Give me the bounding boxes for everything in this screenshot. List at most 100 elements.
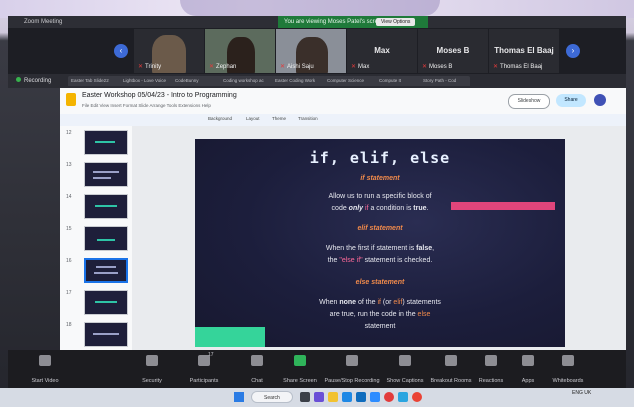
transition-button[interactable]: Transition — [298, 116, 318, 121]
start-video-button[interactable]: Start Video — [22, 350, 68, 388]
whiteboards-button[interactable]: Whiteboards — [548, 350, 588, 388]
gallery-prev-button[interactable]: ‹ — [114, 44, 128, 58]
share-button[interactable]: Share — [556, 94, 586, 107]
gallery-next-button[interactable]: › — [566, 44, 580, 58]
participant-name: ✕ Aishi Saju — [280, 64, 314, 70]
muted-mic-icon: ✕ — [280, 64, 286, 70]
whiteboard-icon — [562, 355, 574, 366]
file-explorer-icon[interactable] — [328, 392, 338, 402]
current-slide[interactable]: if, elif, else if statement Allow us to … — [195, 139, 565, 347]
menu-bar[interactable]: File Edit View Insert Format Slide Arran… — [82, 103, 211, 108]
chat-button[interactable]: Chat — [242, 350, 272, 388]
browser-tab[interactable]: Story Path - Cod — [420, 76, 470, 86]
windows-start-icon[interactable] — [234, 392, 244, 402]
browser-tab[interactable]: Computer Science — [324, 76, 378, 86]
breakout-rooms-button[interactable]: Breakout Rooms — [428, 350, 474, 388]
edge-icon[interactable] — [342, 392, 352, 402]
pause-recording-button[interactable]: Pause/Stop Recording — [324, 350, 380, 388]
else-heading: else statement — [355, 279, 405, 286]
record-icon[interactable] — [412, 392, 422, 402]
slide-thumbnail[interactable] — [84, 130, 128, 155]
store-icon[interactable] — [356, 392, 366, 402]
participants-button[interactable]: Participants — [182, 350, 226, 388]
cc-icon — [399, 355, 411, 366]
thumb-number: 14 — [66, 194, 72, 200]
participant-name: ✕ Thomas El Baaj — [493, 64, 543, 70]
browser-tab[interactable]: Easter Coding Work — [272, 76, 326, 86]
thumb-number: 17 — [66, 290, 72, 296]
slideshow-button[interactable]: Slideshow — [508, 94, 550, 109]
video-off-icon — [39, 355, 51, 366]
slide-thumbnail[interactable] — [84, 290, 128, 315]
slide-thumbnail[interactable] — [84, 162, 128, 187]
thumb-number: 13 — [66, 162, 72, 168]
avatar[interactable] — [594, 94, 606, 106]
room-background-shape — [180, 0, 440, 16]
layout-button[interactable]: Layout — [246, 116, 260, 121]
slides-logo-icon[interactable] — [66, 93, 76, 106]
background-button[interactable]: Background — [208, 116, 232, 121]
smile-icon — [485, 355, 497, 366]
chrome-icon[interactable] — [384, 392, 394, 402]
pause-icon — [346, 355, 358, 366]
security-button[interactable]: Security — [132, 350, 172, 388]
slide-thumbnail[interactable] — [84, 226, 128, 251]
participant-name: ✕ Max — [351, 64, 370, 70]
slide-thumbnail-selected[interactable] — [84, 258, 128, 283]
app-icon[interactable] — [398, 392, 408, 402]
document-title[interactable]: Easter Workshop 05/04/23 - Intro to Prog… — [82, 92, 237, 99]
zoom-control-bar: Start Video Security Participants 17 Cha… — [8, 350, 626, 388]
captions-button[interactable]: Show Captions — [384, 350, 426, 388]
if-body-line: code only if a condition is true. — [331, 205, 429, 212]
apps-icon — [522, 355, 534, 366]
banner-text: You are viewing Moses Patel's screen — [284, 19, 385, 25]
zoom-icon[interactable] — [370, 392, 380, 402]
participant-name: ✕ Moses B — [422, 64, 453, 70]
else-body-line: are true, run the code in the else — [329, 311, 431, 318]
browser-tab[interactable]: Easter Tab Slide22 — [68, 76, 122, 86]
browser-tab[interactable]: Compute It — [376, 76, 422, 86]
thumb-number: 15 — [66, 226, 72, 232]
teams-icon[interactable] — [314, 392, 324, 402]
else-body-line: statement — [364, 323, 396, 330]
participant-tile[interactable]: ✕ Aishi Saju — [276, 29, 346, 73]
windows-taskbar: Search ENG UK — [0, 388, 634, 407]
apps-button[interactable]: Apps — [516, 350, 540, 388]
browser-tab[interactable]: CodeBunny — [172, 76, 222, 86]
browser-tab[interactable]: Coding workshop ac — [220, 76, 274, 86]
muted-mic-icon: ✕ — [138, 64, 144, 70]
participant-tile[interactable]: Max ✕ Max — [347, 29, 417, 73]
elif-body-line: When the first if statement is false, — [325, 245, 435, 252]
participant-tile[interactable]: Thomas El Baaj ✕ Thomas El Baaj — [489, 29, 559, 73]
view-options-button[interactable]: View Options — [376, 18, 416, 26]
share-screen-button[interactable]: Share Screen — [280, 350, 320, 388]
participant-tile[interactable]: ✕ Trinity — [134, 29, 204, 73]
browser-tab[interactable]: Lightbox - Love Voice — [120, 76, 174, 86]
if-heading: if statement — [360, 175, 400, 182]
muted-mic-icon: ✕ — [493, 64, 499, 70]
participant-tile[interactable]: ✕ Zephan — [205, 29, 275, 73]
language-indicator[interactable]: ENG UK — [572, 390, 591, 397]
slide-thumbnail[interactable] — [84, 322, 128, 347]
theme-button[interactable]: Theme — [272, 116, 286, 121]
share-screen-icon — [294, 355, 306, 366]
window-title: Zoom Meeting — [24, 19, 63, 25]
screen-share-banner: You are viewing Moses Patel's screen Vie… — [278, 16, 428, 28]
recording-indicator[interactable]: Recording — [16, 74, 51, 88]
grid-icon — [445, 355, 457, 366]
participant-name: ✕ Zephan — [209, 64, 237, 70]
elif-body-line: the "else if" statement is checked. — [327, 257, 433, 264]
thumb-number: 16 — [66, 258, 72, 264]
slide-thumbnail[interactable] — [84, 194, 128, 219]
recording-dot-icon — [16, 77, 21, 82]
taskbar-search[interactable]: Search — [251, 391, 293, 403]
slide-title: if, elif, else — [309, 149, 451, 167]
thumb-number: 18 — [66, 322, 72, 328]
chevron-right-icon: › — [571, 46, 575, 55]
participant-tile[interactable]: Moses B ✕ Moses B — [418, 29, 488, 73]
shield-icon — [146, 355, 158, 366]
task-view-icon[interactable] — [300, 392, 310, 402]
thumb-number: 12 — [66, 130, 72, 136]
zoom-title-bar: Zoom Meeting You are viewing Moses Patel… — [8, 16, 626, 28]
reactions-button[interactable]: Reactions — [476, 350, 506, 388]
